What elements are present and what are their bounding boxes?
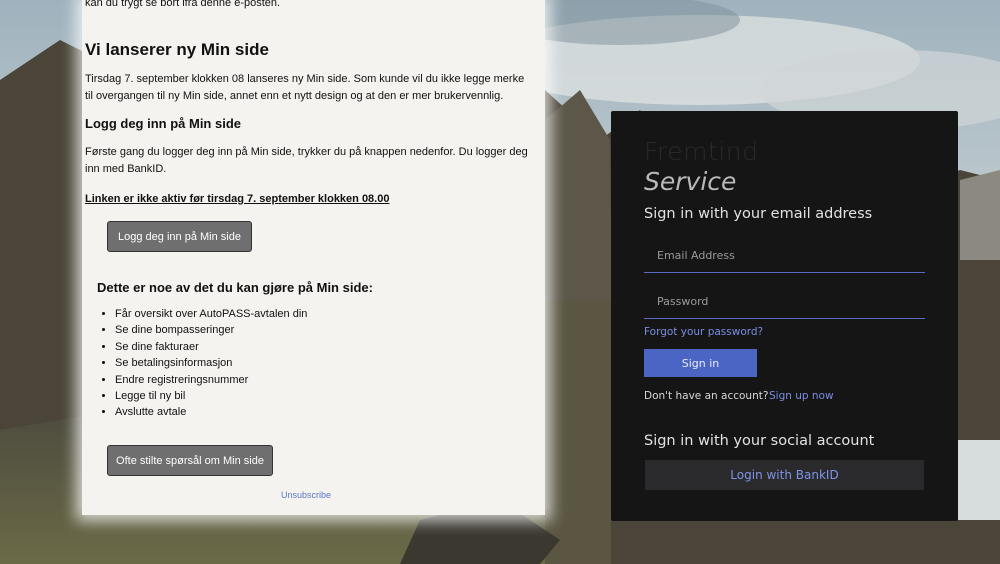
email-field[interactable] [644,239,925,273]
email-title: Vi lanserer ny Min side [85,40,269,59]
signin-panel: Fremtind Service Sign in with your email… [611,111,958,521]
sign-up-link[interactable]: Sign up now [769,390,834,402]
faq-button[interactable]: Ofte stilte spørsål om Min side [107,445,273,476]
list-item: Se dine bompasseringer [115,322,307,338]
list-item: Endre registreringsnummer [115,372,307,388]
social-signin-heading: Sign in with your social account [644,433,875,449]
list-item: Legge til ny bil [115,388,307,404]
signin-heading: Sign in with your email address [644,206,873,222]
no-account-text: Don't have an account? [644,390,769,402]
email-paragraph-launch: Tirsdag 7. september klokken 08 lanseres… [85,73,525,102]
email-top-fragment: kan du trygt se bort ifra denne e-posten… [85,0,281,9]
sign-in-button[interactable]: Sign in [644,349,757,377]
email-content-panel: kan du trygt se bort ifra denne e-posten… [82,0,545,515]
list-item: Får oversikt over AutoPASS-avtalen din [115,306,307,322]
forgot-password-link[interactable]: Forgot your password? [644,326,763,338]
unsubscribe-link[interactable]: Unsubscribe [281,490,331,500]
email-link-notice[interactable]: Linken er ikke aktiv før tirsdag 7. sept… [85,193,389,205]
email-subtitle-login: Logg deg inn på Min side [85,116,241,131]
login-bankid-button[interactable]: Login with BankID [645,460,924,490]
email-list-heading: Dette er noe av det du kan gjøre på Min … [97,280,373,295]
list-item: Avslutte avtale [115,404,307,420]
login-min-side-button[interactable]: Logg deg inn på Min side [107,221,252,252]
logo-service: Service [644,167,737,196]
list-item: Se dine fakturaer [115,339,307,355]
logo-fremtind: Fremtind [644,137,759,166]
password-field[interactable] [644,285,925,319]
features-list: Får oversikt over AutoPASS-avtalen din S… [97,306,307,421]
list-item: Se betalingsinformasjon [115,355,307,371]
email-paragraph-login: Første gang du logger deg inn på Min sid… [85,146,528,175]
